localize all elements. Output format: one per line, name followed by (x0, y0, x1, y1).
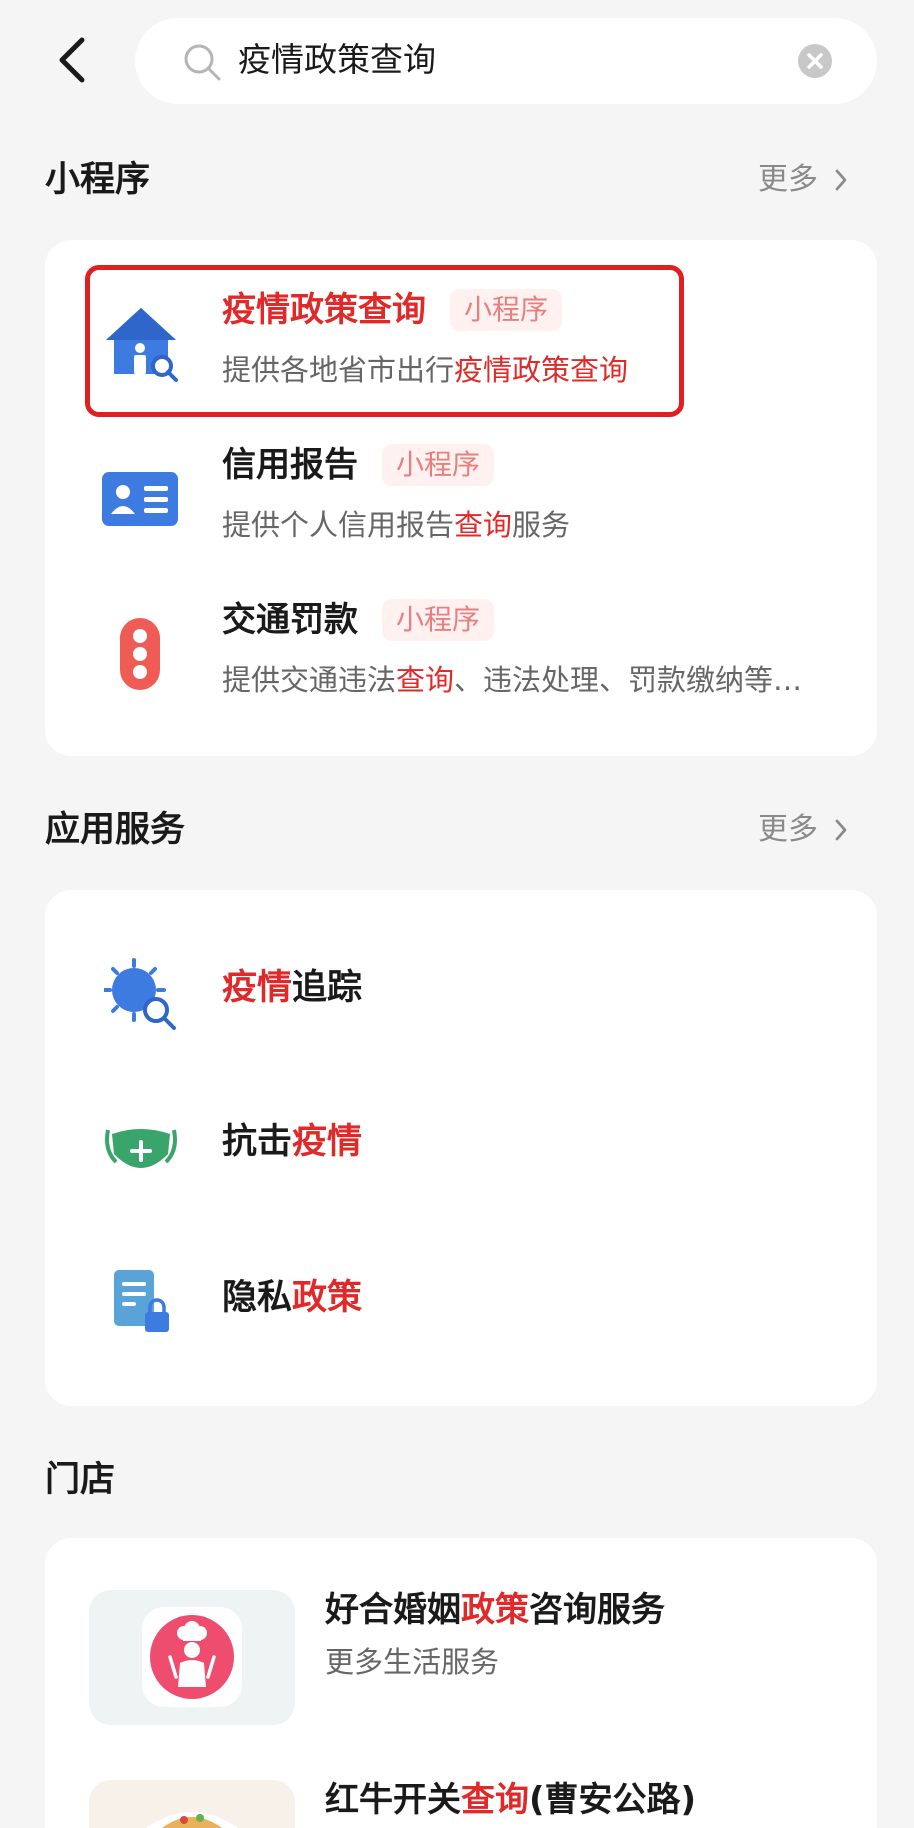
service-name: 隐私政策 (222, 1274, 362, 1322)
desc-text: 提供个人信用报告 (222, 508, 455, 542)
search-icon (184, 44, 221, 81)
mini-program-desc: 提供个人信用报告查询服务 (222, 505, 570, 545)
mask-icon (105, 1129, 177, 1168)
store-name: 好合婚姻政策咨询服务 (325, 1586, 665, 1634)
store-name-text: 咨询服务 (529, 1590, 665, 1630)
store-name-text: 好合婚姻 (325, 1590, 461, 1630)
desc-highlight: 查询 (454, 508, 513, 542)
clear-icon[interactable] (797, 43, 833, 79)
chevron-right-icon (835, 169, 847, 191)
virus-search-icon (104, 958, 176, 1030)
service-name: 抗击疫情 (222, 1118, 362, 1166)
section-title-mini-programs: 小程序 (45, 160, 151, 200)
more-label: 更多 (758, 162, 818, 197)
id-card-icon (102, 472, 178, 526)
service-name: 疫情追踪 (222, 964, 362, 1012)
traffic-light-icon (120, 618, 160, 690)
more-label: 更多 (758, 812, 818, 847)
service-name-text: 隐私 (222, 1278, 293, 1318)
highlight-annotation-box (85, 265, 684, 417)
chevron-right-icon (835, 819, 847, 841)
service-item-privacy-policy[interactable] (85, 1240, 855, 1360)
more-link-mini-programs[interactable]: 更多 (758, 155, 848, 205)
store-name-text: (曹安公路) (529, 1780, 697, 1820)
store-name-text: 红牛开关 (325, 1780, 461, 1820)
search-input[interactable]: 疫情政策查询 (238, 36, 436, 84)
service-name-highlight: 政策 (292, 1278, 363, 1318)
store-name-highlight: 查询 (461, 1780, 529, 1820)
mini-program-name: 交通罚款 (222, 600, 358, 640)
service-name-text: 抗击 (222, 1122, 293, 1162)
service-name-highlight: 疫情 (222, 968, 293, 1008)
food-icon (146, 1812, 238, 1828)
store-subtitle: 更多生活服务 (325, 1645, 500, 1679)
service-name-text: 追踪 (292, 968, 363, 1008)
service-item-fight-epidemic[interactable] (85, 1085, 855, 1205)
document-lock-icon (114, 1270, 169, 1332)
back-button[interactable] (44, 28, 104, 92)
service-name-highlight: 疫情 (292, 1122, 363, 1162)
store-name: 红牛开关查询(曹安公路) (325, 1776, 696, 1824)
desc-text: 服务 (512, 508, 571, 542)
chevron-left-icon (59, 37, 85, 83)
desc-text: 、违法处理、罚款缴纳等… (454, 663, 803, 697)
section-title-services: 应用服务 (45, 810, 186, 850)
section-title-stores: 门店 (45, 1460, 116, 1500)
service-item-epidemic-tracking[interactable] (85, 930, 855, 1050)
mini-program-name: 信用报告 (222, 445, 358, 485)
more-link-services[interactable]: 更多 (758, 805, 848, 855)
store-name-highlight: 政策 (461, 1590, 529, 1630)
mini-program-desc: 提供交通违法查询、违法处理、罚款缴纳等… (222, 660, 802, 700)
mini-program-tag: 小程序 (382, 444, 495, 486)
mini-program-tag: 小程序 (382, 599, 495, 641)
desc-text: 提供交通违法 (222, 663, 397, 697)
chef-icon (142, 1607, 242, 1707)
desc-highlight: 查询 (396, 663, 455, 697)
